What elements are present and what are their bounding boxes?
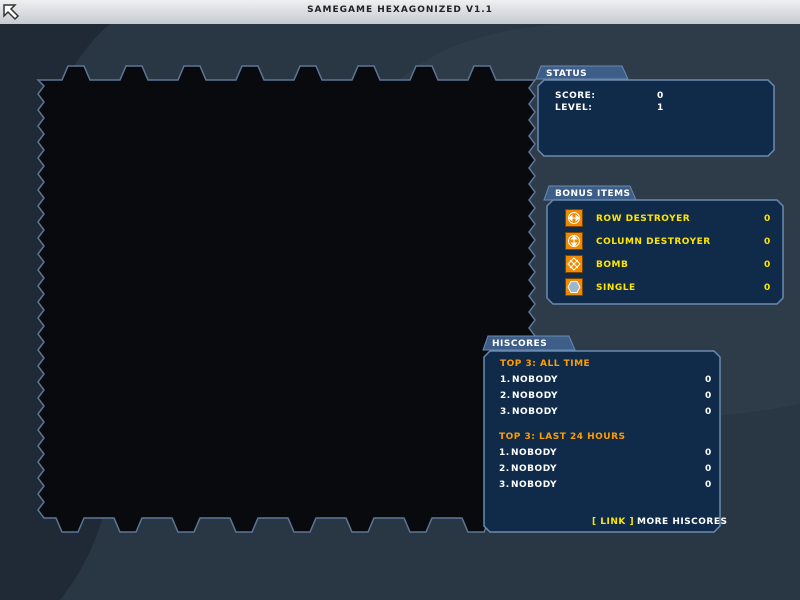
- bomb-label: BOMB: [596, 260, 629, 270]
- status-heading: STATUS: [546, 69, 588, 79]
- row-destroyer-icon[interactable]: [565, 209, 583, 227]
- column-destroyer-label: COLUMN DESTROYER: [596, 237, 711, 247]
- all-time-name-2: NOBODY: [512, 391, 559, 401]
- last-24-title: TOP 3: LAST 24 HOURS: [499, 432, 626, 442]
- row-destroyer-label: ROW DESTROYER: [596, 214, 691, 224]
- all-time-name-3: NOBODY: [512, 407, 559, 417]
- last-24-rank-2: 2.: [499, 464, 510, 474]
- last-24-name-1: NOBODY: [511, 448, 558, 458]
- last-24-score-1: 0: [705, 448, 712, 458]
- all-time-rank-1: 1.: [500, 375, 511, 385]
- bomb-count: 0: [764, 260, 771, 270]
- all-time-rank-3: 3.: [500, 407, 511, 417]
- last-24-name-3: NOBODY: [511, 480, 558, 490]
- last-24-rank-1: 1.: [499, 448, 510, 458]
- bonus-heading: BONUS ITEMS: [555, 189, 631, 199]
- last-24-name-2: NOBODY: [511, 464, 558, 474]
- level-label: LEVEL:: [555, 103, 593, 113]
- last-24-score-2: 0: [705, 464, 712, 474]
- all-time-name-1: NOBODY: [512, 375, 559, 385]
- all-time-score-2: 0: [705, 391, 712, 401]
- bomb-icon[interactable]: [565, 255, 583, 273]
- score-value: 0: [657, 91, 664, 101]
- row-destroyer-count: 0: [764, 214, 771, 224]
- single-icon[interactable]: [565, 278, 583, 296]
- level-value: 1: [657, 103, 664, 113]
- all-time-title: TOP 3: ALL TIME: [500, 359, 591, 369]
- single-label: SINGLE: [596, 283, 636, 293]
- last-24-score-3: 0: [705, 480, 712, 490]
- hiscores-heading: HISCORES: [492, 339, 548, 349]
- single-count: 0: [764, 283, 771, 293]
- more-hiscores-link[interactable]: MORE HISCORES: [637, 517, 728, 527]
- last-24-rank-3: 3.: [499, 480, 510, 490]
- column-destroyer-count: 0: [764, 237, 771, 247]
- column-destroyer-icon[interactable]: [565, 232, 583, 250]
- all-time-rank-2: 2.: [500, 391, 511, 401]
- hiscores-link[interactable]: [ LINK ]: [592, 517, 634, 527]
- panel-frames: [482, 65, 784, 533]
- all-time-score-1: 0: [705, 375, 712, 385]
- score-label: SCORE:: [555, 91, 596, 101]
- all-time-score-3: 0: [705, 407, 712, 417]
